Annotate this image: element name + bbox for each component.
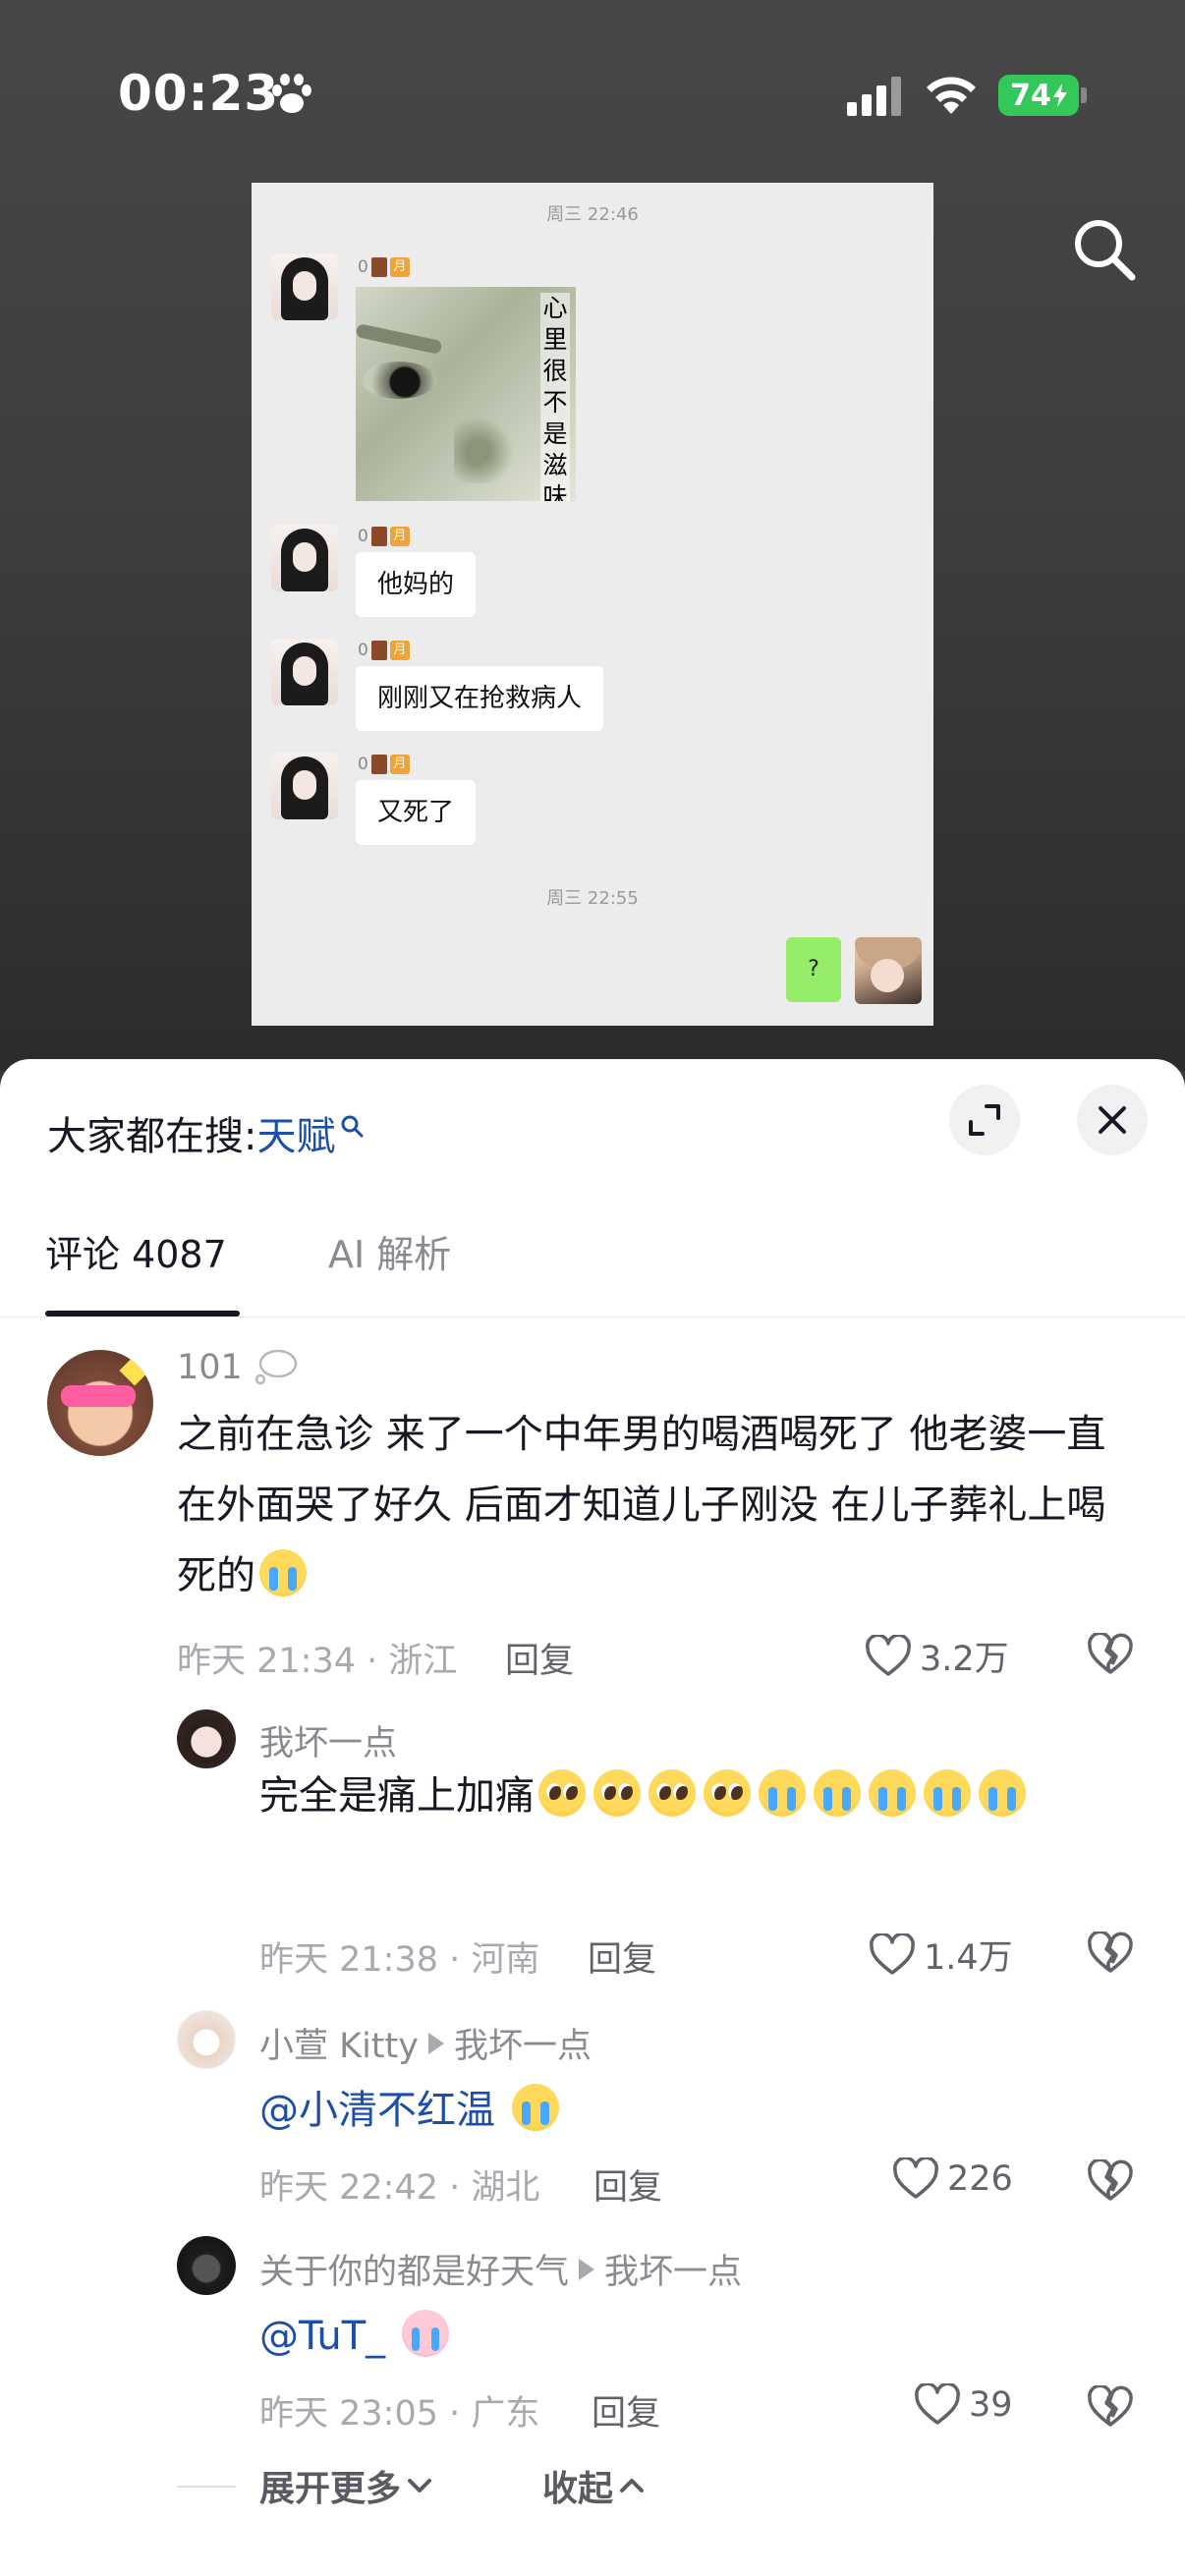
comment-text: 之前在急诊 来了一个中年男的喝酒喝死了 他老婆一直在外面哭了好久 后面才知道儿子…: [177, 1412, 1106, 1598]
hot-search[interactable]: 大家都在搜: 天赋: [47, 1104, 365, 1161]
chat-bubble: 又死了: [356, 780, 477, 845]
chevron-down-icon: [408, 2479, 432, 2492]
tab-comments[interactable]: 评论 4087: [45, 1224, 227, 1278]
comment-text: 完全是痛上加痛: [259, 1761, 1104, 1831]
like-button[interactable]: 226: [892, 2157, 1013, 2201]
comment-meta: 昨天 23:05 · 广东: [259, 2394, 540, 2434]
status-time: 00:23: [118, 65, 280, 122]
chat-sender: 0月: [358, 641, 410, 660]
comment-username[interactable]: 关于你的都是好天气 我坏一点: [259, 2244, 742, 2294]
crying-pig-emoji-icon: [401, 2310, 449, 2357]
heart-icon: [893, 2157, 938, 2199]
crying-emoji-icon: [979, 1769, 1026, 1817]
close-icon: [1099, 1106, 1126, 1134]
pleading-face-emoji-icon: [704, 1769, 751, 1817]
reply-arrow-icon: [427, 2032, 444, 2054]
chat-avatar: [271, 639, 338, 705]
hot-search-keyword[interactable]: 天赋: [256, 1104, 335, 1161]
crying-emoji-icon: [814, 1769, 861, 1817]
thought-bubble-icon: [254, 1349, 298, 1385]
search-icon: [341, 1115, 364, 1138]
battery-cap: [1081, 87, 1087, 103]
comment-meta: 昨天 21:34 · 浙江: [177, 1642, 458, 1681]
mention-link[interactable]: @TuT_: [259, 2314, 385, 2359]
reply-arrow-icon: [579, 2258, 595, 2280]
avatar[interactable]: [177, 1709, 236, 1768]
meme-caption: 心里很不是滋味: [540, 293, 570, 501]
mention-link[interactable]: @小清不红温: [259, 2088, 495, 2133]
chat-sender: 0月: [358, 755, 410, 774]
comment-username[interactable]: 小萱 Kitty 我坏一点: [259, 2018, 592, 2068]
heart-icon: [866, 1634, 911, 1676]
pleading-face-emoji-icon: [593, 1769, 641, 1817]
crying-emoji-icon: [924, 1769, 971, 1817]
collapse-button[interactable]: 收起: [542, 2460, 645, 2511]
heart-icon: [870, 1932, 915, 1975]
reply-button[interactable]: 回复: [505, 1633, 574, 1683]
battery-indicator: 74: [998, 75, 1079, 116]
wifi-icon: [927, 77, 976, 114]
divider: [177, 2486, 236, 2488]
heart-icon: [915, 2383, 960, 2425]
chat-bubble: 他妈的: [356, 552, 477, 617]
chat-avatar: [271, 253, 338, 320]
my-chat-bubble: ?: [786, 937, 841, 1002]
chat-bubble: 刚刚又在抢救病人: [356, 666, 604, 731]
divider: [0, 1316, 1185, 1317]
comment-meta: 昨天 22:42 · 湖北: [259, 2168, 540, 2208]
comment-meta: 昨天 21:38 · 河南: [259, 1940, 540, 1980]
chat-avatar: [271, 753, 338, 819]
broken-heart-icon[interactable]: [1087, 2159, 1134, 2203]
reply-button[interactable]: 回复: [592, 2385, 660, 2436]
chat-timestamp: 周三 22:55: [546, 888, 639, 909]
comment-text: @TuT_: [259, 2301, 1104, 2372]
crying-emoji-icon: [759, 1769, 806, 1817]
crying-emoji-icon: [259, 1549, 307, 1596]
paw-icon: [272, 74, 311, 113]
tab-ai-analysis[interactable]: AI 解析: [328, 1224, 451, 1278]
avatar[interactable]: [177, 2236, 236, 2295]
broken-heart-icon[interactable]: [1087, 1633, 1134, 1676]
close-button[interactable]: [1077, 1085, 1148, 1155]
comment-username[interactable]: 101: [177, 1348, 298, 1387]
expand-more-button[interactable]: 展开更多: [259, 2460, 432, 2511]
expand-icon: [969, 1104, 1000, 1136]
chat-screenshot: 周三 22:46 0月 心里很不是滋味 0月 他妈的 0月 刚刚又在抢救病人 0…: [252, 183, 933, 1026]
like-button[interactable]: 3.2万: [865, 1631, 1009, 1681]
meme-sticker: 心里很不是滋味: [356, 287, 576, 501]
my-chat-avatar: [855, 937, 922, 1004]
crying-emoji-icon: [869, 1769, 916, 1817]
avatar[interactable]: [177, 2010, 236, 2069]
avatar[interactable]: [47, 1350, 153, 1456]
cellular-signal-icon: [847, 77, 901, 116]
chevron-up-icon: [620, 2479, 645, 2492]
like-button[interactable]: 39: [914, 2383, 1013, 2427]
search-button[interactable]: [1069, 214, 1138, 283]
battery-level: 74: [1010, 78, 1051, 113]
reply-button[interactable]: 回复: [593, 2159, 662, 2210]
pleading-face-emoji-icon: [538, 1769, 586, 1817]
like-button[interactable]: 1.4万: [869, 1930, 1013, 1980]
broken-heart-icon[interactable]: [1087, 1932, 1134, 1975]
expand-fullscreen-button[interactable]: [949, 1085, 1020, 1155]
pleading-face-emoji-icon: [649, 1769, 696, 1817]
comment-username[interactable]: 我坏一点: [259, 1715, 397, 1765]
crying-emoji-icon: [511, 2084, 559, 2131]
chat-sender: 0月: [358, 527, 410, 546]
comment-text: @小清不红温: [259, 2075, 1104, 2146]
comment-sheet: 大家都在搜: 天赋 评论 4087 AI 解析 101 之前在急诊 来了一个中年…: [0, 1059, 1185, 2576]
chat-timestamp: 周三 22:46: [546, 204, 639, 225]
charging-bolt-icon: [1052, 84, 1067, 107]
reply-button[interactable]: 回复: [588, 1932, 656, 1982]
broken-heart-icon[interactable]: [1087, 2385, 1134, 2429]
chat-avatar: [271, 525, 338, 591]
chat-sender: 0月: [358, 257, 410, 277]
